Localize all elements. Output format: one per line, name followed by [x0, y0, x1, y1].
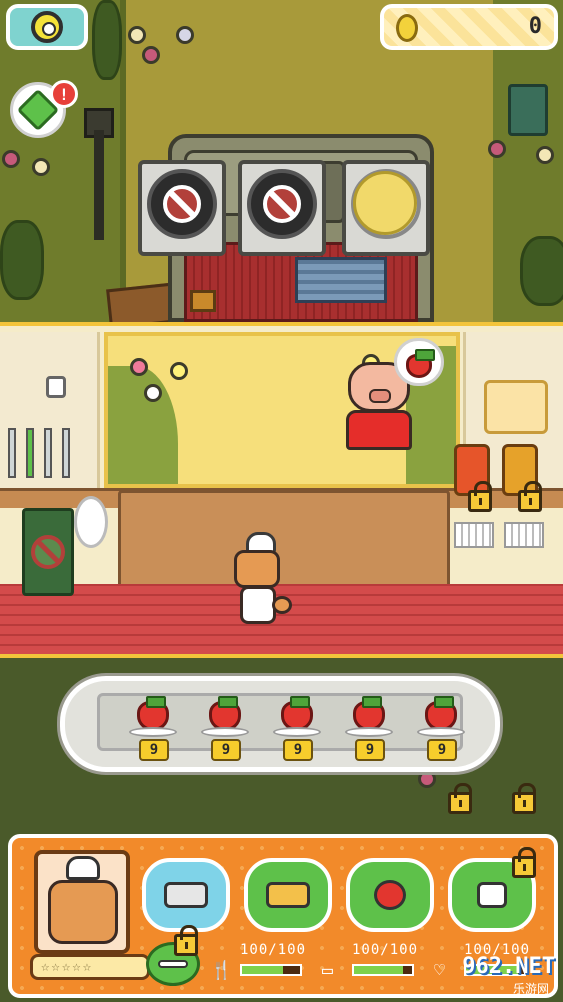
snout — [369, 389, 391, 403]
stat-bar — [240, 964, 302, 976]
no-entry-icon — [263, 185, 301, 223]
tray-slot[interactable]: 9 — [197, 696, 253, 763]
chef-head — [234, 550, 280, 588]
stat-bar — [352, 964, 414, 976]
tray-slot[interactable]: 9 — [269, 696, 325, 763]
fruit-tool-button[interactable] — [346, 858, 434, 932]
lock-icon — [512, 847, 542, 884]
fork-knife-icon: 🍴 — [210, 960, 233, 981]
spatula-icon — [8, 428, 16, 478]
notification-badge: ! — [50, 80, 78, 108]
waffle-box — [454, 522, 494, 548]
stove-3[interactable] — [342, 160, 430, 256]
lock-icon — [174, 925, 204, 962]
flower — [418, 770, 436, 788]
watermark: 962.NET — [462, 954, 555, 979]
order-bubble — [394, 338, 444, 386]
flower — [170, 362, 188, 380]
burner — [147, 169, 217, 239]
whisk-icon — [164, 882, 208, 908]
item-count: 9 — [427, 739, 457, 761]
tray-slot[interactable]: 9 — [341, 696, 397, 763]
flower — [128, 26, 146, 44]
fruit-icon — [374, 880, 406, 910]
plate-icon — [417, 727, 465, 737]
flower — [130, 358, 148, 376]
lock-icon — [468, 481, 498, 518]
stat-fill — [242, 966, 283, 974]
plate-icon — [201, 727, 249, 737]
strawberry-icon — [406, 349, 435, 378]
utensil-jar — [484, 380, 548, 434]
lock-icon — [512, 783, 542, 820]
stat-fill — [354, 966, 404, 974]
pancake-icon — [353, 171, 417, 235]
flower — [32, 158, 50, 176]
coin-icon — [396, 14, 418, 42]
lock-icon — [518, 481, 548, 518]
utensils-icon — [477, 882, 507, 908]
gear-icon — [31, 11, 63, 43]
item-count: 9 — [139, 739, 169, 761]
flower — [536, 146, 554, 164]
chef-body — [240, 586, 276, 624]
flower — [488, 140, 506, 158]
burner — [351, 169, 421, 239]
burner — [247, 169, 317, 239]
chef-hat-icon — [66, 856, 100, 880]
flower — [176, 26, 194, 44]
whisk-tool-button[interactable] — [142, 858, 230, 932]
item-count: 9 — [355, 739, 385, 761]
customer-body — [346, 410, 412, 450]
stat-label: 100/100 — [352, 942, 419, 958]
ladle-icon — [26, 428, 34, 478]
watermark-sub: 乐游网 — [512, 982, 549, 996]
waffle-box — [504, 522, 544, 548]
item-count: 9 — [283, 739, 313, 761]
locked-station[interactable] — [22, 508, 74, 596]
bush — [92, 0, 122, 80]
whisk-icon — [44, 428, 52, 478]
bed-icon: ▭ — [322, 960, 333, 981]
pancake-icon — [266, 882, 310, 908]
crate — [190, 290, 216, 312]
chef-tail — [272, 596, 292, 614]
hill — [108, 366, 178, 484]
item-count: 9 — [211, 739, 241, 761]
no-entry-icon — [163, 185, 201, 223]
plate-icon — [345, 727, 393, 737]
chef-cat[interactable] — [228, 532, 292, 636]
stove-1[interactable] — [138, 160, 226, 256]
tray-slot[interactable]: 9 — [125, 696, 181, 763]
trash-bin — [508, 84, 548, 136]
plate-icon — [129, 727, 177, 737]
settings-button[interactable] — [6, 4, 88, 50]
bush — [520, 236, 563, 306]
flower — [142, 46, 160, 64]
bush — [0, 220, 44, 300]
utensil-rack — [0, 418, 80, 478]
outlet-icon — [46, 376, 66, 398]
rating-stars: ☆☆☆☆☆ — [30, 954, 150, 980]
truck-mat — [295, 257, 387, 303]
flower — [2, 150, 20, 168]
stat-label: 100/100 — [240, 942, 307, 958]
ingredient-tray: 9 9 9 9 9 — [60, 676, 500, 772]
stove-2[interactable] — [238, 160, 326, 256]
lock-icon — [448, 783, 478, 820]
game-screen: 0 ! 9 9 9 9 9 ☆☆☆☆☆ 🍴 100/100 ▭ 100/100 … — [0, 0, 563, 1002]
pancake-tool-button[interactable] — [244, 858, 332, 932]
coin-value: 0 — [528, 14, 542, 39]
lamp-post — [94, 130, 104, 240]
plate-icon — [74, 496, 108, 548]
cat-face — [48, 880, 118, 944]
heart-icon: ♡ — [434, 960, 445, 981]
knife-icon — [62, 428, 70, 478]
no-entry-icon — [31, 535, 65, 569]
flower — [144, 384, 162, 402]
chef-portrait[interactable] — [34, 850, 130, 954]
tray-slot[interactable]: 9 — [413, 696, 469, 763]
plate-icon — [273, 727, 321, 737]
coin-counter[interactable]: 0 — [380, 4, 558, 50]
